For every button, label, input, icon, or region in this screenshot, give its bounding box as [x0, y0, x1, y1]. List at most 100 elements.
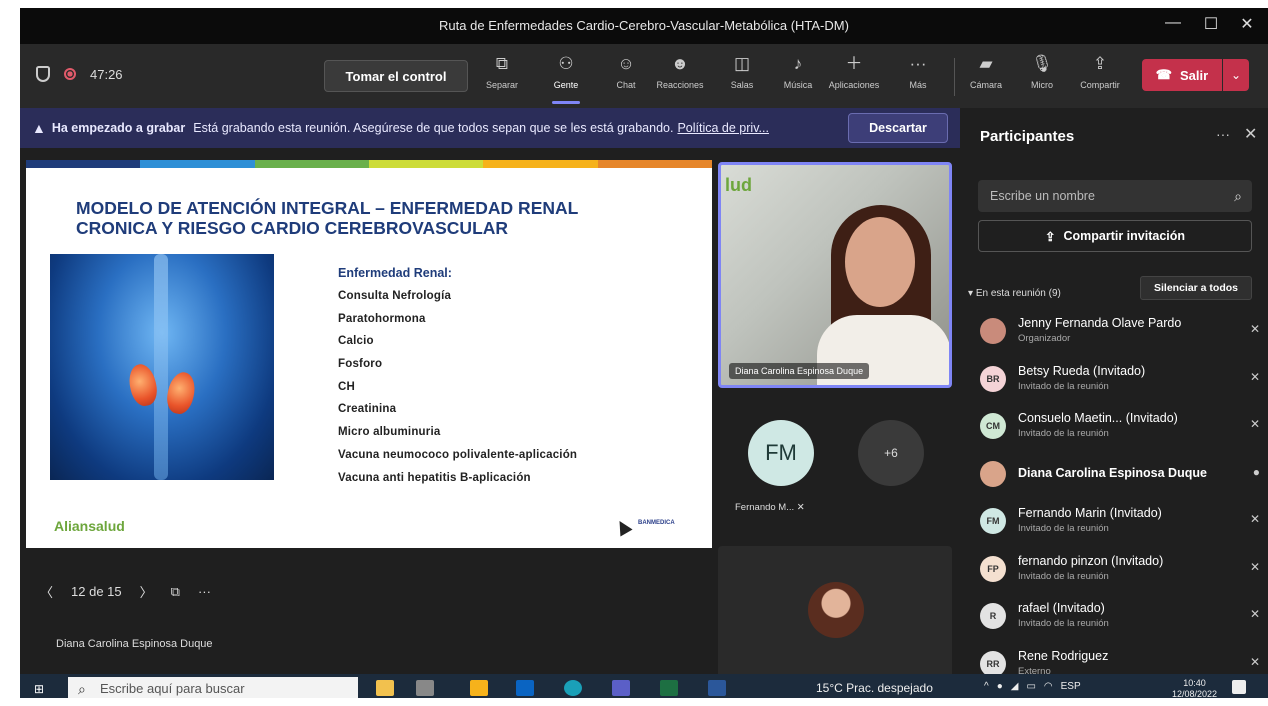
mic-off-icon[interactable]: ✕ [1250, 512, 1260, 526]
panel-more-icon[interactable]: ··· [1216, 126, 1230, 142]
news-widget-icon[interactable] [376, 680, 394, 696]
participant-row[interactable]: Rrafael (Invitado) Invitado de la reunión… [980, 599, 1260, 647]
section-label: En esta reunión (9) [975, 288, 1061, 299]
mic-off-icon[interactable]: ✕ [1250, 560, 1260, 574]
self-video-tile[interactable] [718, 546, 952, 678]
reactions-button[interactable]: ☻ Reacciones [654, 52, 706, 102]
slide-bullet-list: Enfermedad Renal: Consulta Nefrología Pa… [338, 266, 577, 494]
close-icon[interactable]: ✕ [1244, 124, 1257, 144]
task-view-icon[interactable] [416, 680, 434, 696]
word-icon[interactable] [708, 680, 726, 696]
battery-icon[interactable]: ▭ [1026, 681, 1035, 692]
reactions-label: Reacciones [656, 80, 704, 90]
maximize-button[interactable]: ☐ [1196, 14, 1226, 34]
share-button[interactable]: ⇪ Compartir [1074, 52, 1126, 102]
participant-list: Jenny Fernanda Olave Pardo Organizador ✕ BR… [980, 314, 1260, 694]
close-window-button[interactable]: ✕ [1232, 14, 1262, 34]
banner-text: Está grabando esta reunión. Asegúrese de… [193, 121, 674, 135]
avatar: R [980, 603, 1006, 629]
leave-options-button[interactable]: ⌄ [1223, 59, 1249, 91]
chat-button[interactable]: ☺ Chat [600, 52, 652, 102]
right-kidney [163, 369, 199, 417]
people-icon: ⚇ [558, 54, 574, 73]
dismiss-button[interactable]: Descartar [848, 113, 948, 143]
participant-row[interactable]: FM Fernando Marin (Invitado) Invitado de l… [980, 504, 1260, 552]
participant-avatar-fm[interactable]: FM [748, 420, 814, 486]
leave-button[interactable]: ☎ Salir [1142, 59, 1222, 91]
participant-name: Diana Carolina Espinosa Duque [1018, 465, 1207, 480]
participant-role: Invitado de la reunión [1018, 380, 1109, 392]
weather-widget[interactable]: 15°C Prac. despejado [816, 681, 933, 695]
taskbar-search-input[interactable]: ⌕ Escribe aquí para buscar [68, 677, 358, 698]
mic-icon[interactable]: ● [997, 681, 1003, 692]
edge-icon[interactable] [564, 680, 582, 696]
music-button[interactable]: ♪ Música [772, 52, 824, 102]
avatar: RR [980, 650, 1006, 677]
excel-icon[interactable] [660, 680, 678, 696]
list-item: Consulta Nefrología [338, 290, 452, 302]
mic-off-icon[interactable]: ✕ [1250, 322, 1260, 336]
file-explorer-icon[interactable] [470, 680, 488, 696]
participant-row[interactable]: Jenny Fernanda Olave Pardo Organizador ✕ [980, 314, 1260, 362]
warning-icon: ▲ [32, 120, 46, 136]
mic-off-icon[interactable]: ✕ [1250, 417, 1260, 431]
section-toggle[interactable]: ▾ En esta reunión (9) [968, 288, 1061, 299]
taskbar-clock[interactable]: 10:40 12/08/2022 [1172, 678, 1217, 698]
system-tray: ^ ● ◢ ▭ ◠ ESP [984, 681, 1081, 692]
participant-tile-name: Fernando M... [735, 502, 795, 513]
share-invitation-button[interactable]: ⇪ Compartir invitación [978, 220, 1252, 252]
list-heading: Enfermedad Renal: [338, 266, 452, 280]
chevron-up-icon[interactable]: ^ [984, 681, 989, 692]
apps-label: Aplicaciones [828, 80, 880, 90]
meeting-stage: MODELO DE ATENCIÓN INTEGRAL – ENFERMEDAD… [20, 148, 960, 678]
toolbar-divider [954, 58, 955, 96]
participant-name: Rene Rodriguez [1018, 648, 1109, 663]
mic-off-icon[interactable]: ✕ [1250, 607, 1260, 621]
shared-slide: MODELO DE ATENCIÓN INTEGRAL – ENFERMEDAD… [26, 160, 712, 548]
mute-all-button[interactable]: Silenciar a todos [1140, 276, 1252, 300]
outlook-icon[interactable] [516, 680, 534, 696]
camera-button[interactable]: ▰ Cámara [960, 52, 1012, 102]
more-participants-button[interactable]: +6 [858, 420, 924, 486]
participant-name: Consuelo Maetin... (Invitado) [1018, 411, 1178, 425]
privacy-policy-link[interactable]: Política de priv... [677, 121, 768, 135]
speaker-video-tile[interactable]: lud Diana Carolina Espinosa Duque [718, 162, 952, 388]
mic-icon[interactable]: ● [1253, 465, 1260, 479]
language-indicator[interactable]: ESP [1061, 681, 1081, 692]
network-icon[interactable]: ◢ [1011, 681, 1019, 692]
recording-icon [64, 68, 76, 80]
phone-icon: ☎ [1155, 67, 1172, 82]
previous-slide-icon[interactable]: 〈 [40, 582, 53, 601]
teams-icon[interactable] [612, 680, 630, 696]
participant-row[interactable]: FP fernando pinzon (Invitado) Invitado de … [980, 552, 1260, 600]
slide-thumbnails-icon[interactable]: ⧉ [171, 584, 180, 600]
mic-off-icon: 🎙 [1031, 54, 1053, 73]
list-item: Vacuna neumococo polivalente-aplicación [338, 448, 578, 461]
slide-more-icon[interactable]: ··· [198, 584, 211, 599]
participant-row[interactable]: CM Consuelo Maetin... (Invitado) Invitado … [980, 409, 1260, 457]
taskbar-search-placeholder: Escribe aquí para buscar [100, 681, 245, 696]
mic-button[interactable]: 🎙 Micro [1016, 52, 1068, 102]
self-avatar [808, 582, 864, 638]
participant-search-input[interactable]: Escribe un nombre ⌕ [978, 180, 1252, 212]
wifi-icon[interactable]: ◠ [1044, 681, 1053, 692]
notification-icon[interactable] [1232, 680, 1246, 694]
video-background-logo: lud [725, 175, 752, 195]
mic-off-icon[interactable]: ✕ [1250, 655, 1260, 669]
recording-banner: ▲ Ha empezado a grabar Está grabando est… [20, 108, 960, 148]
chevron-down-icon: ▾ [968, 288, 976, 299]
mic-off-icon[interactable]: ✕ [1250, 370, 1260, 384]
apps-button[interactable]: ＋ Aplicaciones [828, 52, 880, 102]
people-button[interactable]: ⚇ Gente [540, 52, 592, 104]
windows-start-icon[interactable]: ⊞ [34, 682, 44, 696]
pop-out-button[interactable]: ⧉ Separar [476, 52, 528, 102]
participant-row[interactable]: BR Betsy Rueda (Invitado) Invitado de la r… [980, 362, 1260, 410]
more-button[interactable]: ··· Más [892, 52, 944, 102]
stripe-segment [26, 160, 141, 168]
minimize-button[interactable]: — [1158, 14, 1188, 32]
next-slide-icon[interactable]: 〉 [140, 582, 153, 601]
rooms-button[interactable]: ◫ Salas [716, 52, 768, 102]
participant-row[interactable]: Diana Carolina Espinosa Duque ● [980, 457, 1260, 505]
music-icon: ♪ [793, 54, 803, 73]
take-control-button[interactable]: Tomar el control [324, 60, 468, 92]
